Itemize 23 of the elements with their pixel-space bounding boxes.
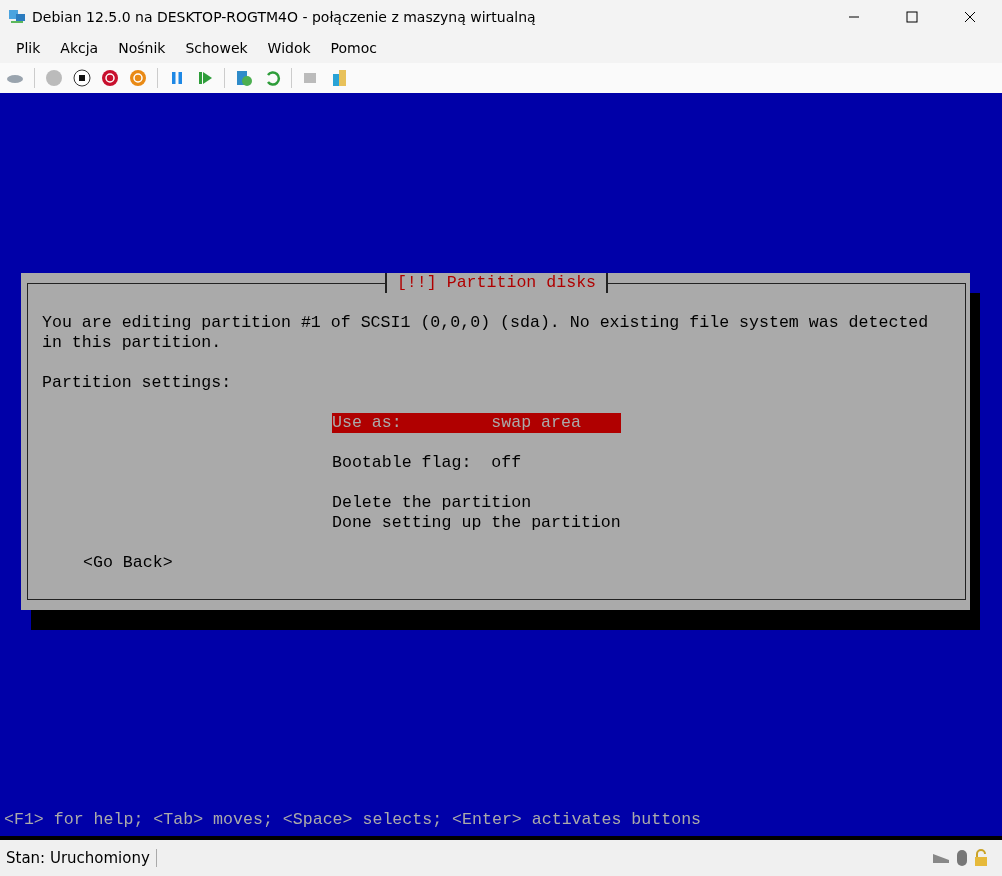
menu-option[interactable]: Done setting up the partition bbox=[332, 513, 621, 533]
window-title: Debian 12.5.0 na DESKTOP-ROGTM4O - połączenie z maszyną wirtualną bbox=[32, 8, 537, 25]
go-back-button[interactable]: <Go Back> bbox=[83, 553, 173, 572]
resume-icon[interactable] bbox=[196, 69, 214, 87]
dialog-message: You are editing partition #1 of SCSI1 (0,0,0) (sda). No existing file system was detected in this partition. bbox=[42, 313, 930, 353]
menu-item[interactable]: Nośnik bbox=[118, 40, 166, 56]
menu-option[interactable]: Bootable flag: off bbox=[332, 453, 621, 473]
mouse-icon bbox=[956, 849, 968, 867]
lock-icon bbox=[974, 849, 988, 867]
menu-item[interactable]: Plik bbox=[16, 40, 41, 56]
vm-app-icon bbox=[8, 8, 26, 25]
menu-item[interactable]: Widok bbox=[267, 40, 311, 56]
menu-item[interactable]: Pomoc bbox=[330, 40, 377, 56]
status-text: Stan: Uruchomiony bbox=[0, 849, 157, 867]
menu-item[interactable]: Schowek bbox=[185, 40, 248, 56]
maximize-icon[interactable] bbox=[906, 10, 918, 23]
turn-off-icon[interactable] bbox=[73, 69, 91, 87]
section-label: Partition settings: bbox=[42, 373, 233, 393]
dialog-title: [!!] Partition disks bbox=[384, 273, 609, 293]
help-line: <F1> for help; <Tab> moves; <Space> selects; <Enter> activates buttons bbox=[3, 810, 703, 830]
menu-item[interactable]: Akcja bbox=[60, 40, 99, 56]
menu-option[interactable]: Delete the partition bbox=[332, 493, 621, 513]
close-icon[interactable] bbox=[964, 10, 976, 23]
